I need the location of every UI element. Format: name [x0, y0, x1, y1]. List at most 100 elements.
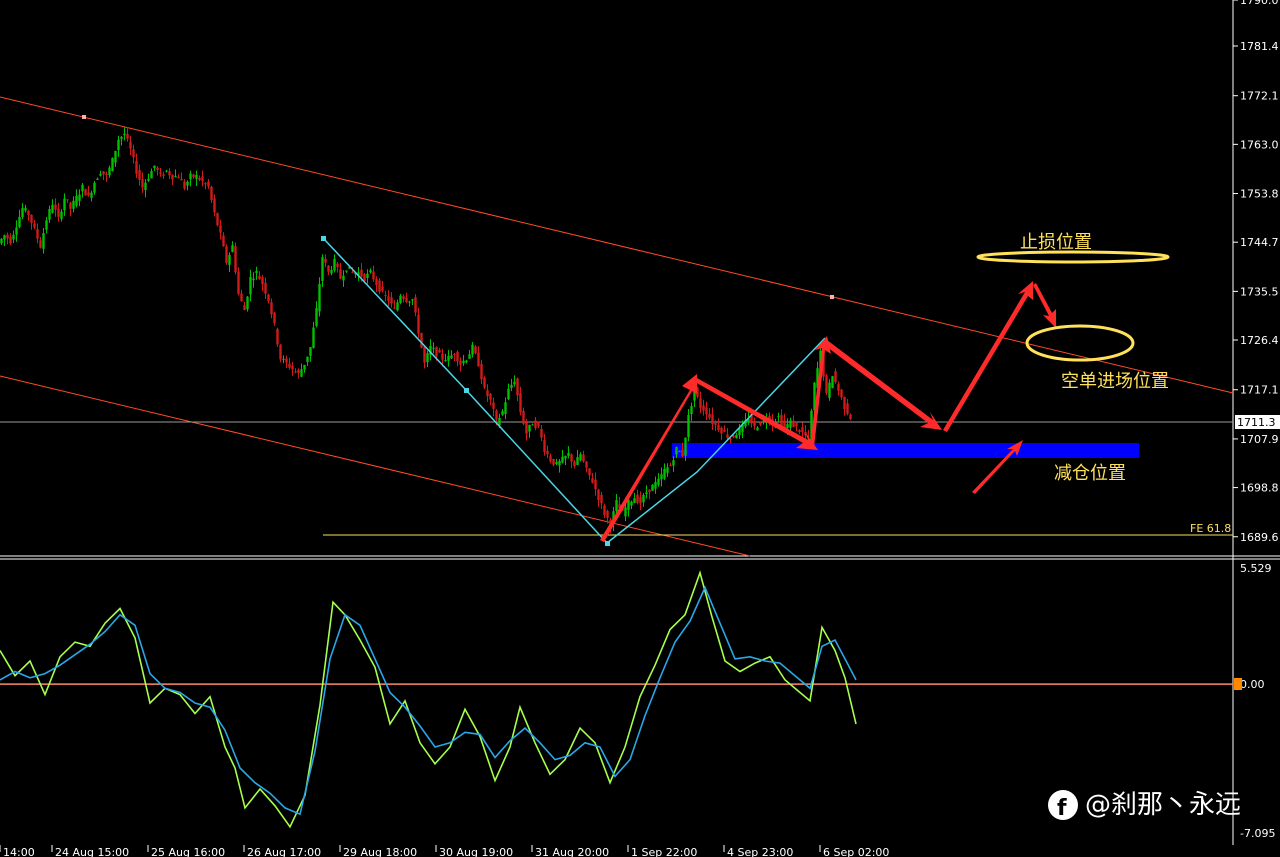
candle-body [51, 204, 54, 213]
zigzag-node[interactable] [605, 541, 610, 546]
candle-body [399, 295, 402, 303]
candle-body [468, 354, 471, 359]
candle-body [267, 294, 270, 302]
candle-body [345, 270, 348, 272]
candle-body [711, 414, 714, 425]
candle-body [402, 296, 405, 299]
zigzag-node[interactable] [464, 388, 469, 393]
candle-body [603, 505, 606, 515]
candle-body [117, 139, 120, 151]
channel-anchor-point[interactable] [830, 295, 834, 299]
candle-body [594, 479, 597, 490]
candle-body [777, 416, 780, 418]
candle-body [327, 265, 330, 272]
time-tick-label: 31 Aug 20:00 [535, 846, 609, 857]
candle-body [672, 460, 675, 466]
candle-body [15, 227, 18, 235]
candle-body [543, 439, 546, 452]
candle-body [681, 449, 684, 457]
stop-loss-label: 止损位置 [1020, 232, 1092, 253]
candle-body [849, 414, 852, 419]
candle-body [585, 461, 588, 468]
oscillator-tick-label: -7.095 [1240, 827, 1275, 840]
candle-body [309, 347, 312, 356]
candle-body [288, 363, 291, 368]
candle-body [795, 423, 798, 427]
candle-body [312, 327, 315, 348]
oscillator-tick-label: 0.00 [1240, 678, 1265, 691]
time-tick-label: 25 Aug 16:00 [151, 846, 225, 857]
candle-body [261, 277, 264, 285]
reduce-position-label: 减仓位置 [1054, 463, 1126, 484]
candle-body [384, 295, 387, 297]
candle-body [177, 177, 180, 179]
candle-body [276, 328, 279, 345]
candle-body [252, 278, 255, 281]
facebook-icon-glyph: f [1057, 796, 1067, 821]
candle-body [435, 347, 438, 357]
candle-body [528, 424, 531, 432]
candle-body [81, 184, 84, 192]
candle-body [129, 141, 132, 149]
candle-body [438, 349, 441, 353]
candle-body [291, 365, 294, 370]
price-tick-label: 1726.4 [1240, 334, 1279, 347]
candle-body [660, 474, 663, 480]
candle-body [414, 297, 417, 313]
candle-body [249, 276, 252, 295]
candle-body [717, 425, 720, 431]
candle-body [792, 420, 795, 428]
candle-body [234, 246, 237, 273]
candle-body [153, 165, 156, 169]
candle-body [519, 392, 522, 413]
candle-body [726, 434, 729, 438]
candle-body [84, 189, 87, 196]
candle-body [168, 171, 171, 176]
candle-body [801, 427, 804, 433]
candle-body [315, 308, 318, 326]
candle-body [144, 182, 147, 190]
candle-body [324, 258, 327, 263]
candle-body [624, 507, 627, 517]
candle-body [516, 378, 519, 396]
candle-body [303, 364, 306, 370]
time-tick-label: 6 Sep 02:00 [823, 846, 889, 857]
candle-body [186, 181, 189, 186]
candle-body [786, 424, 789, 428]
candle-body [219, 225, 222, 233]
channel-anchor-point[interactable] [82, 115, 86, 119]
candle-body [21, 208, 24, 218]
candle-body [126, 133, 129, 139]
candle-body [441, 353, 444, 360]
candle-body [756, 427, 759, 431]
candle-body [306, 356, 309, 363]
candle-body [285, 358, 288, 363]
candle-body [42, 233, 45, 249]
candle-body [195, 174, 198, 179]
candle-body [342, 275, 345, 281]
candle-body [0, 238, 3, 244]
candle-body [507, 388, 510, 400]
candle-body [534, 420, 537, 429]
candle-body [246, 296, 249, 310]
candle-body [825, 375, 828, 393]
candle-body [57, 208, 60, 217]
candle-body [798, 430, 801, 433]
candle-body [780, 415, 783, 426]
candle-body [270, 302, 273, 315]
candle-body [492, 402, 495, 409]
zigzag-node[interactable] [321, 236, 326, 241]
candle-body [330, 269, 333, 274]
candle-body [444, 360, 447, 362]
candle-body [123, 133, 126, 136]
candle-body [657, 478, 660, 485]
candle-body [336, 263, 339, 268]
candle-body [564, 455, 567, 459]
candle-body [165, 170, 168, 172]
candle-body [156, 167, 159, 171]
price-tick-label: 1707.9 [1240, 433, 1279, 446]
candle-body [420, 333, 423, 348]
candle-body [45, 220, 48, 230]
candle-body [456, 351, 459, 362]
price-tick-label: 1772.1 [1240, 90, 1279, 103]
